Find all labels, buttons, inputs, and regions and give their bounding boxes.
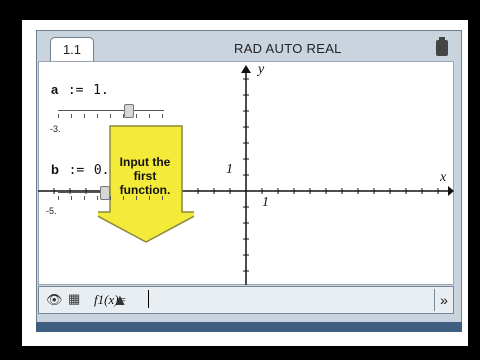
x-axis-arrow <box>448 186 454 196</box>
slider-b-tick <box>71 196 72 200</box>
slider-a-tick <box>97 114 98 118</box>
status-settings: RAD AUTO REAL <box>234 41 342 56</box>
slider-a-tick <box>162 114 163 118</box>
slider-b-tick <box>110 196 111 200</box>
x-tick-label: 1 <box>262 195 269 210</box>
slider-b-tick <box>97 196 98 200</box>
slider-a-tick <box>84 114 85 118</box>
slider-b-tick <box>136 196 137 200</box>
slider-b-tick <box>58 196 59 200</box>
function-input[interactable] <box>148 290 422 310</box>
callout-line-2: first <box>133 169 157 183</box>
expand-entry-icon[interactable]: » <box>434 289 453 311</box>
y-tick-label: 1 <box>226 162 233 177</box>
slider-b-tick <box>149 196 150 200</box>
text-cursor <box>148 290 149 308</box>
slider-b-name: b <box>51 162 59 177</box>
slider-a-thumb[interactable] <box>124 104 134 118</box>
bottom-strip <box>36 322 462 332</box>
y-axis-arrow <box>241 65 251 73</box>
slider-a-tick <box>71 114 72 118</box>
mouse-pointer-icon: ▲ <box>112 292 128 309</box>
slider-a-tick <box>149 114 150 118</box>
slider-a-value: 1. <box>93 83 109 98</box>
slider-b-min: -5. <box>46 206 57 216</box>
slider-a-tick <box>123 114 124 118</box>
slider-b-tick <box>84 196 85 200</box>
slider-a-assign: := <box>67 83 84 98</box>
callout-line-3: function. <box>119 183 171 197</box>
slider-b-assign: := <box>68 163 85 178</box>
function-name: f1 <box>94 292 105 307</box>
slider-a-tick <box>58 114 59 118</box>
callout-text: Input the first function. <box>106 155 184 197</box>
eye-icon[interactable]: 👁 <box>46 292 63 308</box>
slider-a-tick <box>110 114 111 118</box>
x-axis-label: x <box>440 170 447 185</box>
tab-page[interactable]: 1.1 <box>50 37 94 62</box>
callout-line-1: Input the <box>119 155 171 169</box>
battery-icon <box>436 37 448 56</box>
slider-a-min: -3. <box>50 124 61 134</box>
slider-b-tick <box>123 196 124 200</box>
slider-a-name: a <box>51 82 59 97</box>
y-axis-label: y <box>258 62 265 77</box>
slider-a-tick <box>136 114 137 118</box>
tab-label: 1.1 <box>62 42 82 57</box>
slider-b-tick <box>162 196 163 200</box>
slider-a-track[interactable] <box>58 110 164 111</box>
grid-icon[interactable]: ▦ <box>68 291 80 307</box>
slider-a-readout: a := 1. <box>51 82 109 98</box>
